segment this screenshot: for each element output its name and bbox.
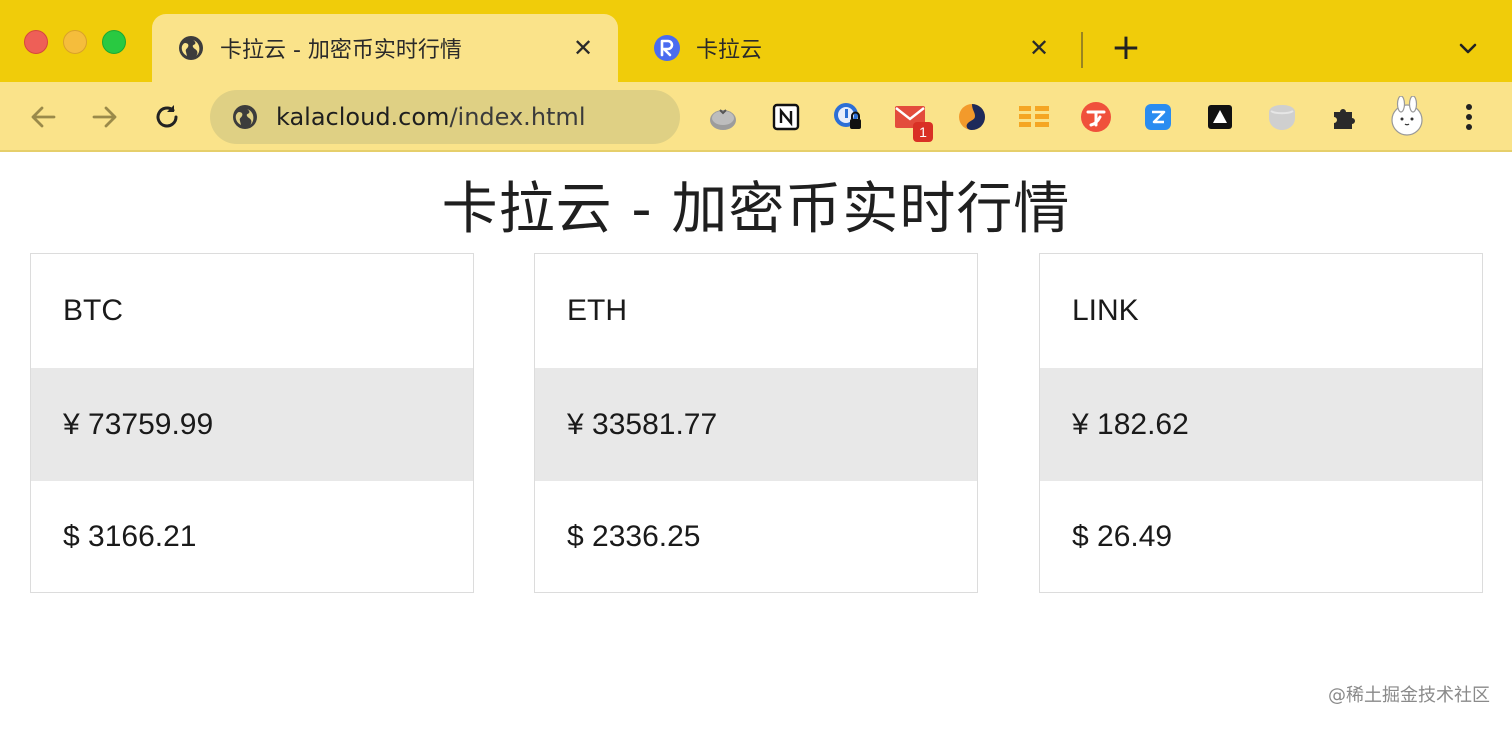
tab-title: 卡拉云 - 加密币实时行情 [220,38,462,63]
address-bar[interactable]: kalacloud.com/index.html [210,90,680,144]
card-symbol: BTC [63,294,123,327]
password-lock-icon[interactable] [831,100,865,134]
tab-active[interactable]: 卡拉云 - 加密币实时行情 ✕ [152,14,618,82]
mail-badge: 1 [913,122,933,142]
card-price-usd: $ 2336.25 [567,520,701,553]
watermark-text: @稀土掘金技术社区 [1328,685,1490,706]
globe-icon [230,102,260,132]
browser-toolbar: kalacloud.com/index.html 1 [0,82,1512,152]
mail-icon[interactable]: 1 [893,100,933,142]
reload-icon[interactable] [148,98,186,136]
tab-divider [1081,32,1083,68]
list-grid-icon[interactable] [1017,100,1051,134]
cloud-icon[interactable] [1265,100,1299,134]
minimize-window-button[interactable] [63,30,87,54]
crypto-card-btc: BTC ¥ 73759.99 $ 3166.21 [30,253,474,593]
card-symbol: ETH [567,294,627,327]
card-price-cny: ¥ 73759.99 [31,368,473,481]
close-window-button[interactable] [24,30,48,54]
crypto-card-eth: ETH ¥ 33581.77 $ 2336.25 [534,253,978,593]
globe-icon [176,33,206,63]
url-domain: kalacloud.com [276,103,450,131]
puzzle-icon[interactable] [1327,100,1361,134]
forward-arrow-icon[interactable] [86,98,124,136]
blue-square-icon[interactable] [1141,100,1175,134]
tomato-timer-icon[interactable] [706,100,740,134]
crypto-card-link: LINK ¥ 182.62 $ 26.49 [1039,253,1483,593]
tab-inactive[interactable]: 卡拉云 ✕ [628,14,1074,82]
close-tab-icon[interactable]: ✕ [1024,33,1054,63]
maximize-window-button[interactable] [102,30,126,54]
back-arrow-icon[interactable] [24,98,62,136]
new-tab-button[interactable]: + [1108,30,1144,66]
dark-square-icon[interactable] [1203,100,1237,134]
card-price-usd: $ 3166.21 [63,520,197,553]
kalacloud-logo-icon [652,33,682,63]
notion-icon[interactable] [769,100,803,134]
translate-icon[interactable] [1079,100,1113,134]
chevron-down-icon[interactable] [1452,32,1484,64]
tab-strip: 卡拉云 - 加密币实时行情 ✕ 卡拉云 ✕ + [0,0,1512,82]
page-content: 卡拉云 - 加密币实时行情 BTC ¥ 73759.99 $ 3166.21 E… [0,152,1512,729]
card-price-cny: ¥ 182.62 [1040,368,1482,481]
swirl-icon[interactable] [955,100,989,134]
tab-title: 卡拉云 [696,38,763,63]
card-price-usd: $ 26.49 [1072,520,1173,553]
card-symbol: LINK [1072,294,1139,327]
more-menu-icon[interactable] [1452,100,1486,134]
url-path: /index.html [449,103,586,131]
card-price-cny: ¥ 33581.77 [535,368,977,481]
rabbit-avatar-icon[interactable] [1387,96,1427,136]
url-text: kalacloud.com/index.html [276,103,585,131]
page-title: 卡拉云 - 加密币实时行情 [441,177,1071,242]
close-tab-icon[interactable]: ✕ [568,33,598,63]
